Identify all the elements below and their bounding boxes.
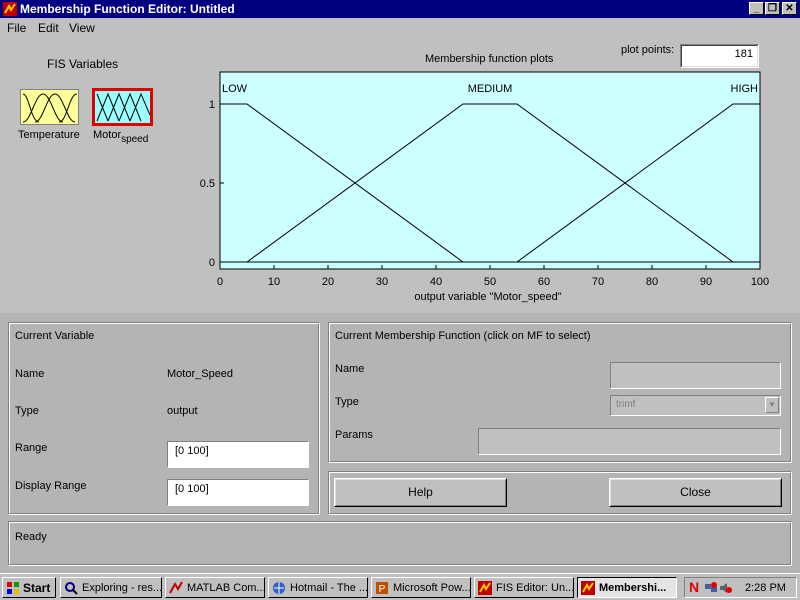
x-axis-label: output variable "Motor_speed" — [414, 291, 561, 303]
range-label: Range — [15, 442, 48, 454]
task-label: FIS Editor: Un... — [496, 582, 574, 594]
network-icon[interactable] — [704, 581, 718, 595]
windows-logo-icon — [7, 582, 19, 594]
display-range-label: Display Range — [15, 480, 87, 492]
norton-icon[interactable]: N — [689, 579, 699, 595]
mf-label-low[interactable]: LOW — [222, 83, 248, 95]
x-tick-label: 10 — [268, 276, 280, 288]
variable-type-label: Type — [15, 405, 39, 417]
mf-label-high[interactable]: HIGH — [731, 83, 759, 95]
matlab-icon — [581, 581, 595, 595]
help-button[interactable]: Help — [334, 478, 507, 507]
mf-type-select[interactable]: trimf ▼ — [610, 395, 781, 416]
clock: 2:28 PM — [745, 582, 786, 594]
task-label: Exploring - res... — [82, 582, 162, 594]
chevron-down-icon[interactable]: ▼ — [765, 397, 779, 413]
display-range-input[interactable]: [0 100] — [167, 479, 309, 506]
variable-name-value: Motor_Speed — [167, 368, 234, 380]
x-tick-label: 100 — [751, 276, 769, 288]
task-powerpoint[interactable]: P Microsoft Pow... — [371, 577, 471, 598]
current-mf-heading: Current Membership Function (click on MF… — [335, 330, 591, 342]
task-fis-editor[interactable]: FIS Editor: Un... — [474, 577, 574, 598]
close-button[interactable]: Close — [609, 478, 782, 507]
svg-text:P: P — [379, 584, 386, 595]
task-label: Microsoft Pow... — [393, 582, 471, 594]
x-tick-label: 30 — [376, 276, 388, 288]
matlab-icon — [169, 581, 183, 594]
volume-icon[interactable] — [719, 581, 733, 595]
task-label: MATLAB Com... — [187, 582, 265, 594]
y-tick-label: 0 — [209, 257, 215, 269]
task-explorer[interactable]: Exploring - res... — [60, 577, 162, 598]
variable-name-label: Name — [15, 368, 45, 380]
explorer-icon — [65, 582, 78, 595]
status-text: Ready — [15, 531, 47, 543]
membership-function-plot[interactable]: 0 10 20 30 40 50 60 70 80 90 100 0 0.5 1 LOW MEDIUM HIG… — [0, 0, 800, 310]
y-tick-label: 1 — [209, 99, 215, 111]
task-membership-editor[interactable]: Membershi... — [577, 577, 677, 598]
powerpoint-icon: P — [376, 582, 388, 595]
system-tray: N 2:28 PM — [684, 577, 797, 598]
task-label: Hotmail - The ... — [290, 582, 368, 594]
mf-type-value: trimf — [616, 399, 636, 410]
matlab-icon — [478, 581, 492, 595]
x-tick-label: 40 — [430, 276, 442, 288]
mf-params-label: Params — [335, 429, 373, 441]
x-tick-label: 70 — [592, 276, 604, 288]
mf-name-label: Name — [335, 363, 365, 375]
mf-params-input[interactable] — [478, 428, 781, 455]
mf-type-label: Type — [335, 396, 359, 408]
variable-type-value: output — [167, 405, 198, 417]
x-tick-label: 0 — [217, 276, 223, 288]
range-input[interactable]: [0 100] — [167, 441, 309, 468]
task-label: Membershi... — [599, 582, 667, 594]
plot-area[interactable] — [219, 71, 761, 270]
task-hotmail[interactable]: Hotmail - The ... — [268, 577, 368, 598]
task-matlab[interactable]: MATLAB Com... — [165, 577, 265, 598]
x-tick-label: 50 — [484, 276, 496, 288]
current-variable-heading: Current Variable — [15, 330, 95, 342]
start-button[interactable]: Start — [2, 577, 56, 598]
browser-icon — [273, 582, 285, 594]
x-tick-label: 80 — [646, 276, 658, 288]
x-tick-label: 60 — [538, 276, 550, 288]
taskbar: Start Exploring - res... MATLAB Com... H… — [0, 573, 800, 600]
y-tick-label: 0.5 — [200, 178, 215, 190]
mf-label-medium[interactable]: MEDIUM — [468, 83, 513, 95]
x-tick-label: 20 — [322, 276, 334, 288]
start-label: Start — [23, 581, 51, 595]
status-frame — [8, 521, 792, 566]
x-tick-label: 90 — [700, 276, 712, 288]
mf-name-input[interactable] — [610, 362, 781, 389]
